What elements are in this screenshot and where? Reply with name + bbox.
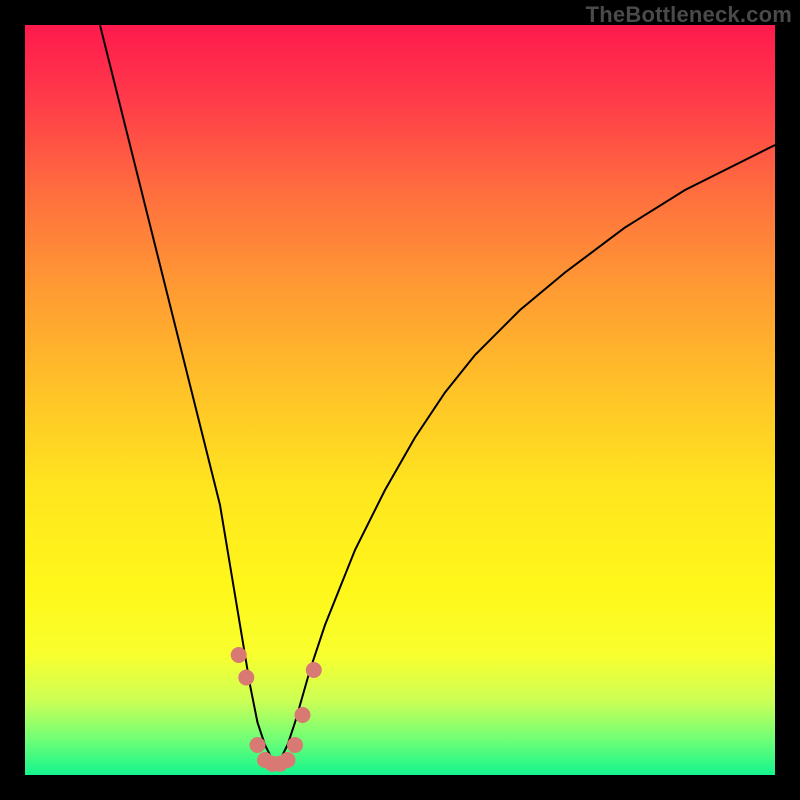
chart-frame: TheBottleneck.com [0, 0, 800, 800]
curve-markers [231, 647, 322, 772]
curve-marker [287, 737, 303, 753]
curve-marker [306, 662, 322, 678]
curve-marker [295, 707, 311, 723]
curve-marker [238, 670, 254, 686]
plot-area [25, 25, 775, 775]
curve-marker [231, 647, 247, 663]
curve-line [100, 25, 775, 760]
bottleneck-curve [25, 25, 775, 775]
curve-marker [250, 737, 266, 753]
curve-marker [280, 752, 296, 768]
